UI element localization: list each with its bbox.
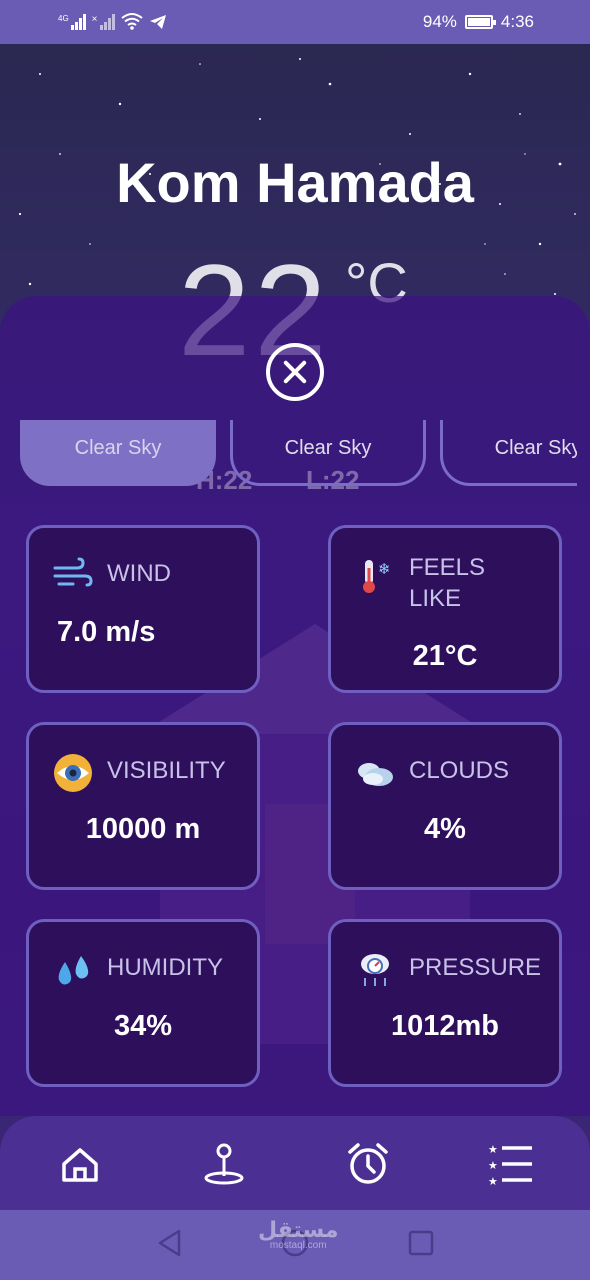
pressure-gauge-icon: [361, 954, 389, 986]
pressure-value: 1012mb: [390, 1010, 499, 1042]
visibility-value: 10000 m: [85, 813, 201, 845]
clouds-title: CLOUDS: [409, 757, 510, 784]
humidity-card: HUMIDITY 34%: [26, 919, 260, 1087]
recents-icon[interactable]: [406, 1228, 436, 1258]
forecast-chip[interactable]: Clear Sky: [440, 420, 577, 486]
clouds-value: 4%: [424, 813, 466, 845]
pressure-card: PRESSURE 1012mb: [328, 919, 562, 1087]
city-name: Kom Hamada: [116, 151, 474, 214]
feels-like-value: 21°C: [412, 640, 478, 672]
clock: 4:36: [500, 12, 534, 31]
thermometer-icon: ❄: [363, 560, 391, 593]
status-left: 4G ×: [58, 12, 167, 30]
forecast-chip[interactable]: Clear Sky: [230, 420, 426, 486]
home-icon[interactable]: [58, 1142, 102, 1186]
signal-icon: 4G: [58, 14, 86, 30]
wind-icon: [53, 557, 93, 587]
location-icon[interactable]: [202, 1142, 246, 1186]
svg-text:❄: ❄: [378, 560, 391, 578]
signal-2-icon: ×: [92, 14, 115, 30]
forecast-strip[interactable]: Clear Sky Clear Sky Clear Sky: [20, 420, 577, 488]
visibility-card: VISIBILITY 10000 m: [26, 722, 260, 890]
feels-like-card: ❄ FEELS LIKE 21°C: [328, 525, 562, 693]
alarm-icon[interactable]: [346, 1142, 390, 1186]
wifi-icon: [120, 13, 143, 30]
visibility-title: VISIBILITY: [107, 757, 226, 784]
close-sheet-button[interactable]: [266, 343, 324, 401]
network-type: 4G: [58, 14, 69, 23]
battery-percent: 94%: [422, 12, 457, 31]
cloud-icon: [358, 763, 393, 786]
wind-value: 7.0 m/s: [57, 616, 156, 648]
svg-text:★: ★: [488, 1175, 498, 1186]
back-icon[interactable]: [155, 1228, 185, 1258]
wind-title: WIND: [107, 560, 171, 587]
wind-card: WIND 7.0 m/s: [26, 525, 260, 693]
status-bar: 4G × 94% 4:36: [0, 0, 590, 44]
forecast-chip[interactable]: Clear Sky: [20, 420, 216, 486]
telegram-icon: [149, 15, 166, 29]
watermark-logo: مستقل mostaql.com: [258, 1217, 339, 1252]
humidity-value: 34%: [113, 1010, 173, 1042]
status-right: 94% 4:36: [423, 12, 534, 32]
water-drops-icon: [58, 956, 89, 985]
feels-like-title: FEELS LIKE: [409, 554, 486, 612]
list-icon[interactable]: ★ ★ ★: [488, 1142, 532, 1186]
svg-text:★: ★: [488, 1143, 498, 1156]
pressure-title: PRESSURE: [409, 954, 542, 981]
clouds-card: CLOUDS 4%: [328, 722, 562, 890]
humidity-title: HUMIDITY: [107, 954, 223, 981]
svg-text:★: ★: [488, 1159, 498, 1172]
battery-icon: [464, 15, 496, 29]
eye-icon: [54, 754, 92, 792]
